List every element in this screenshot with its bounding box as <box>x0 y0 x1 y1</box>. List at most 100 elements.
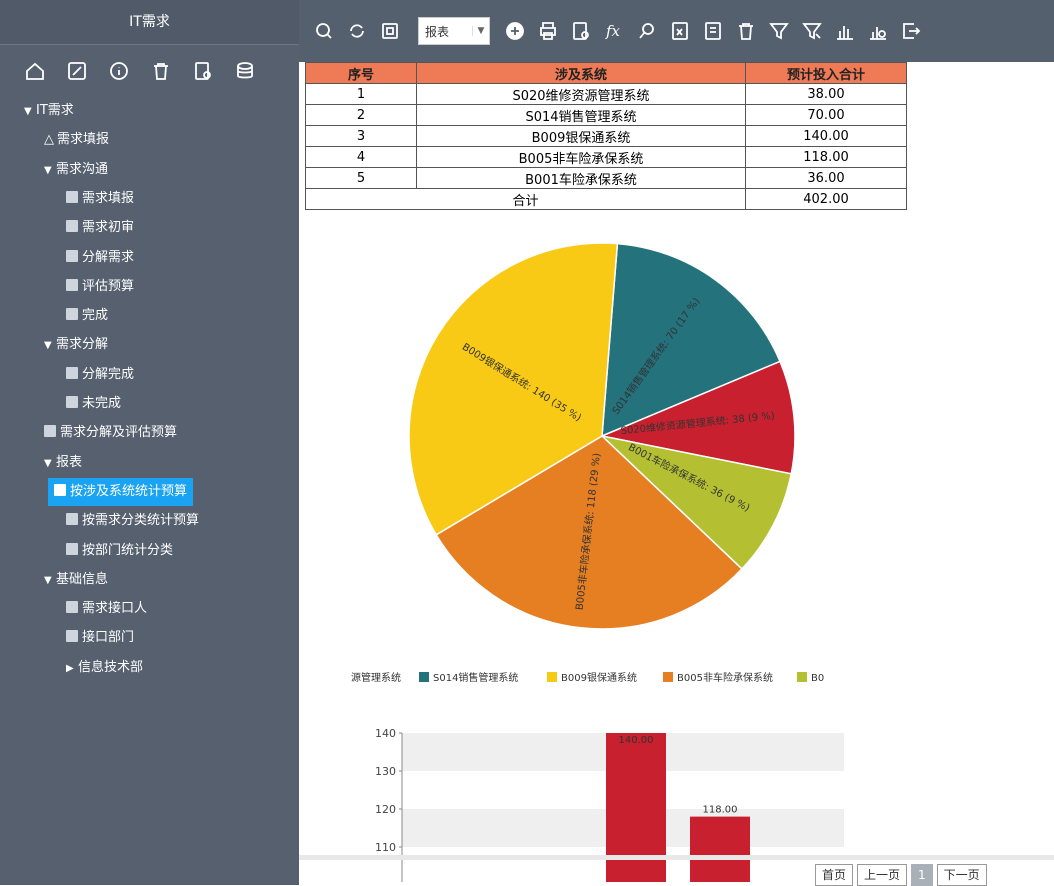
tree-node[interactable]: ▼ 基础信息 <box>44 566 108 594</box>
table-cell: 36.00 <box>745 167 907 189</box>
tree-node-label: 需求沟通 <box>56 161 109 177</box>
tree-node-label: 需求初审 <box>82 220 135 236</box>
legend-label[interactable]: S014销售管理系统 <box>433 671 518 684</box>
caret-down-icon[interactable]: ▼ <box>44 332 56 360</box>
legend-label[interactable]: B009银保通系统 <box>561 671 637 684</box>
tree-node[interactable]: ▼ 需求沟通 <box>44 156 108 184</box>
prev-page-button[interactable]: 上一页 <box>857 864 908 886</box>
first-page-button[interactable]: 首页 <box>815 864 854 886</box>
tree-node[interactable]: 分解需求 <box>66 244 134 272</box>
formula-icon[interactable]: fx <box>599 16 629 46</box>
legend-swatch <box>663 672 673 682</box>
chart-settings-icon[interactable] <box>863 16 893 46</box>
tree-node[interactable]: ▼ 需求分解 <box>44 331 108 359</box>
tree-node[interactable]: ▼ IT需求 <box>24 97 74 125</box>
home-icon[interactable] <box>22 58 48 84</box>
export-icon[interactable] <box>375 16 405 46</box>
table-row: 4 B005非车险承保系统 118.00 <box>305 146 907 168</box>
bar-chart-icon[interactable] <box>830 16 860 46</box>
legend-swatch <box>419 672 429 682</box>
legend-label[interactable]: B0 <box>811 673 824 684</box>
bar[interactable] <box>690 816 750 882</box>
table-cell: 3 <box>305 125 417 147</box>
database-icon[interactable] <box>232 58 258 84</box>
caret-down-icon[interactable]: ▼ <box>44 157 56 185</box>
document-icon <box>66 513 78 526</box>
legend-label[interactable]: B005非车险承保系统 <box>677 671 773 684</box>
current-page[interactable]: 1 <box>911 864 933 886</box>
tree-node[interactable]: ▼ 报表 <box>44 449 82 477</box>
warning-icon: △ <box>44 132 54 148</box>
toolbar: 报表 ▼ fx <box>299 0 1054 62</box>
legend-swatch <box>547 672 557 682</box>
horizontal-scrollbar[interactable] <box>299 855 1054 860</box>
legend-label[interactable]: 源管理系统 <box>351 671 401 684</box>
tree-node[interactable]: 按需求分类统计预算 <box>66 507 199 535</box>
tree-node[interactable]: 需求初审 <box>66 214 134 242</box>
tree-node[interactable]: 按部门统计分类 <box>66 537 173 565</box>
link-icon[interactable] <box>632 16 662 46</box>
bar-value-label: 118.00 <box>703 805 738 816</box>
trash-icon[interactable] <box>148 58 174 84</box>
tree-node[interactable]: 需求填报 <box>66 185 134 213</box>
svg-text:fx: fx <box>605 22 621 40</box>
next-page-button[interactable]: 下一页 <box>936 864 987 886</box>
y-tick-label: 120 <box>375 803 396 816</box>
total-value: 402.00 <box>745 188 907 210</box>
document-icon <box>66 220 78 233</box>
info-icon[interactable] <box>106 58 132 84</box>
y-tick-label: 140 <box>375 727 396 740</box>
export-excel-icon[interactable] <box>665 16 695 46</box>
tree-node-label: 未完成 <box>82 396 122 411</box>
tree-node[interactable]: 需求接口人 <box>66 595 147 623</box>
table-cell: S020维修资源管理系统 <box>416 83 746 105</box>
tree-node[interactable]: 完成 <box>66 302 108 330</box>
clear-filter-icon[interactable] <box>797 16 827 46</box>
tree-node[interactable]: 需求分解及评估预算 <box>44 419 177 447</box>
print-icon[interactable] <box>533 16 563 46</box>
tree-node[interactable]: 接口部门 <box>66 624 134 652</box>
tree-node-label: 分解完成 <box>82 366 135 382</box>
report-type-select[interactable]: 报表 ▼ <box>418 17 490 45</box>
document-icon <box>66 542 78 555</box>
caret-down-icon[interactable]: ▼ <box>44 450 56 478</box>
delete-icon[interactable] <box>731 16 761 46</box>
tree-node[interactable]: 未完成 <box>66 390 121 418</box>
edit-icon[interactable] <box>64 58 90 84</box>
tree-node-label: 完成 <box>82 308 109 324</box>
filter-icon[interactable] <box>764 16 794 46</box>
tree-node[interactable]: △ 需求填报 <box>44 126 109 154</box>
tree-node-label: 按涉及系统统计预算 <box>70 483 188 499</box>
report-icon[interactable] <box>190 58 216 84</box>
table-row: 5 B001车险承保系统 36.00 <box>305 167 907 189</box>
legend-swatch <box>797 672 807 682</box>
total-row: 合计 402.00 <box>305 188 907 210</box>
exit-icon[interactable] <box>896 16 926 46</box>
pager: 首页 上一页 1 下一页 <box>815 864 987 886</box>
caret-down-icon[interactable]: ▼ <box>44 567 56 595</box>
bar-value-label: 140.00 <box>619 735 654 746</box>
caret-down-icon[interactable]: ▼ <box>24 98 36 126</box>
tree-node-label: 分解需求 <box>82 249 135 265</box>
save-icon[interactable] <box>566 16 596 46</box>
table-cell: 2 <box>305 104 417 126</box>
table-row: 2 S014销售管理系统 70.00 <box>305 104 907 126</box>
export-word-icon[interactable] <box>698 16 728 46</box>
caret-right-icon[interactable]: ▶ <box>66 655 78 683</box>
document-icon <box>66 190 78 203</box>
tree-node[interactable]: 分解完成 <box>66 361 134 389</box>
document-icon <box>66 396 78 408</box>
search-icon[interactable] <box>309 16 339 46</box>
document-icon <box>44 425 56 438</box>
total-label: 合计 <box>305 188 746 210</box>
tree-node[interactable]: 评估预算 <box>66 273 134 301</box>
report-content: 序号 涉及系统 预计投入合计 1 S020维修资源管理系统 38.00 2 S014销售… <box>299 62 1054 885</box>
tree-node-label: IT需求 <box>36 103 74 118</box>
refresh-icon[interactable] <box>342 16 372 46</box>
table-cell: B009银保通系统 <box>416 125 746 147</box>
tree-node[interactable]: 按涉及系统统计预算 <box>48 477 194 506</box>
add-icon[interactable] <box>500 16 530 46</box>
tree-node-label: 按部门统计分类 <box>82 542 174 558</box>
table-cell: S014销售管理系统 <box>416 104 746 126</box>
tree-node[interactable]: ▶ 信息技术部 <box>66 654 143 682</box>
